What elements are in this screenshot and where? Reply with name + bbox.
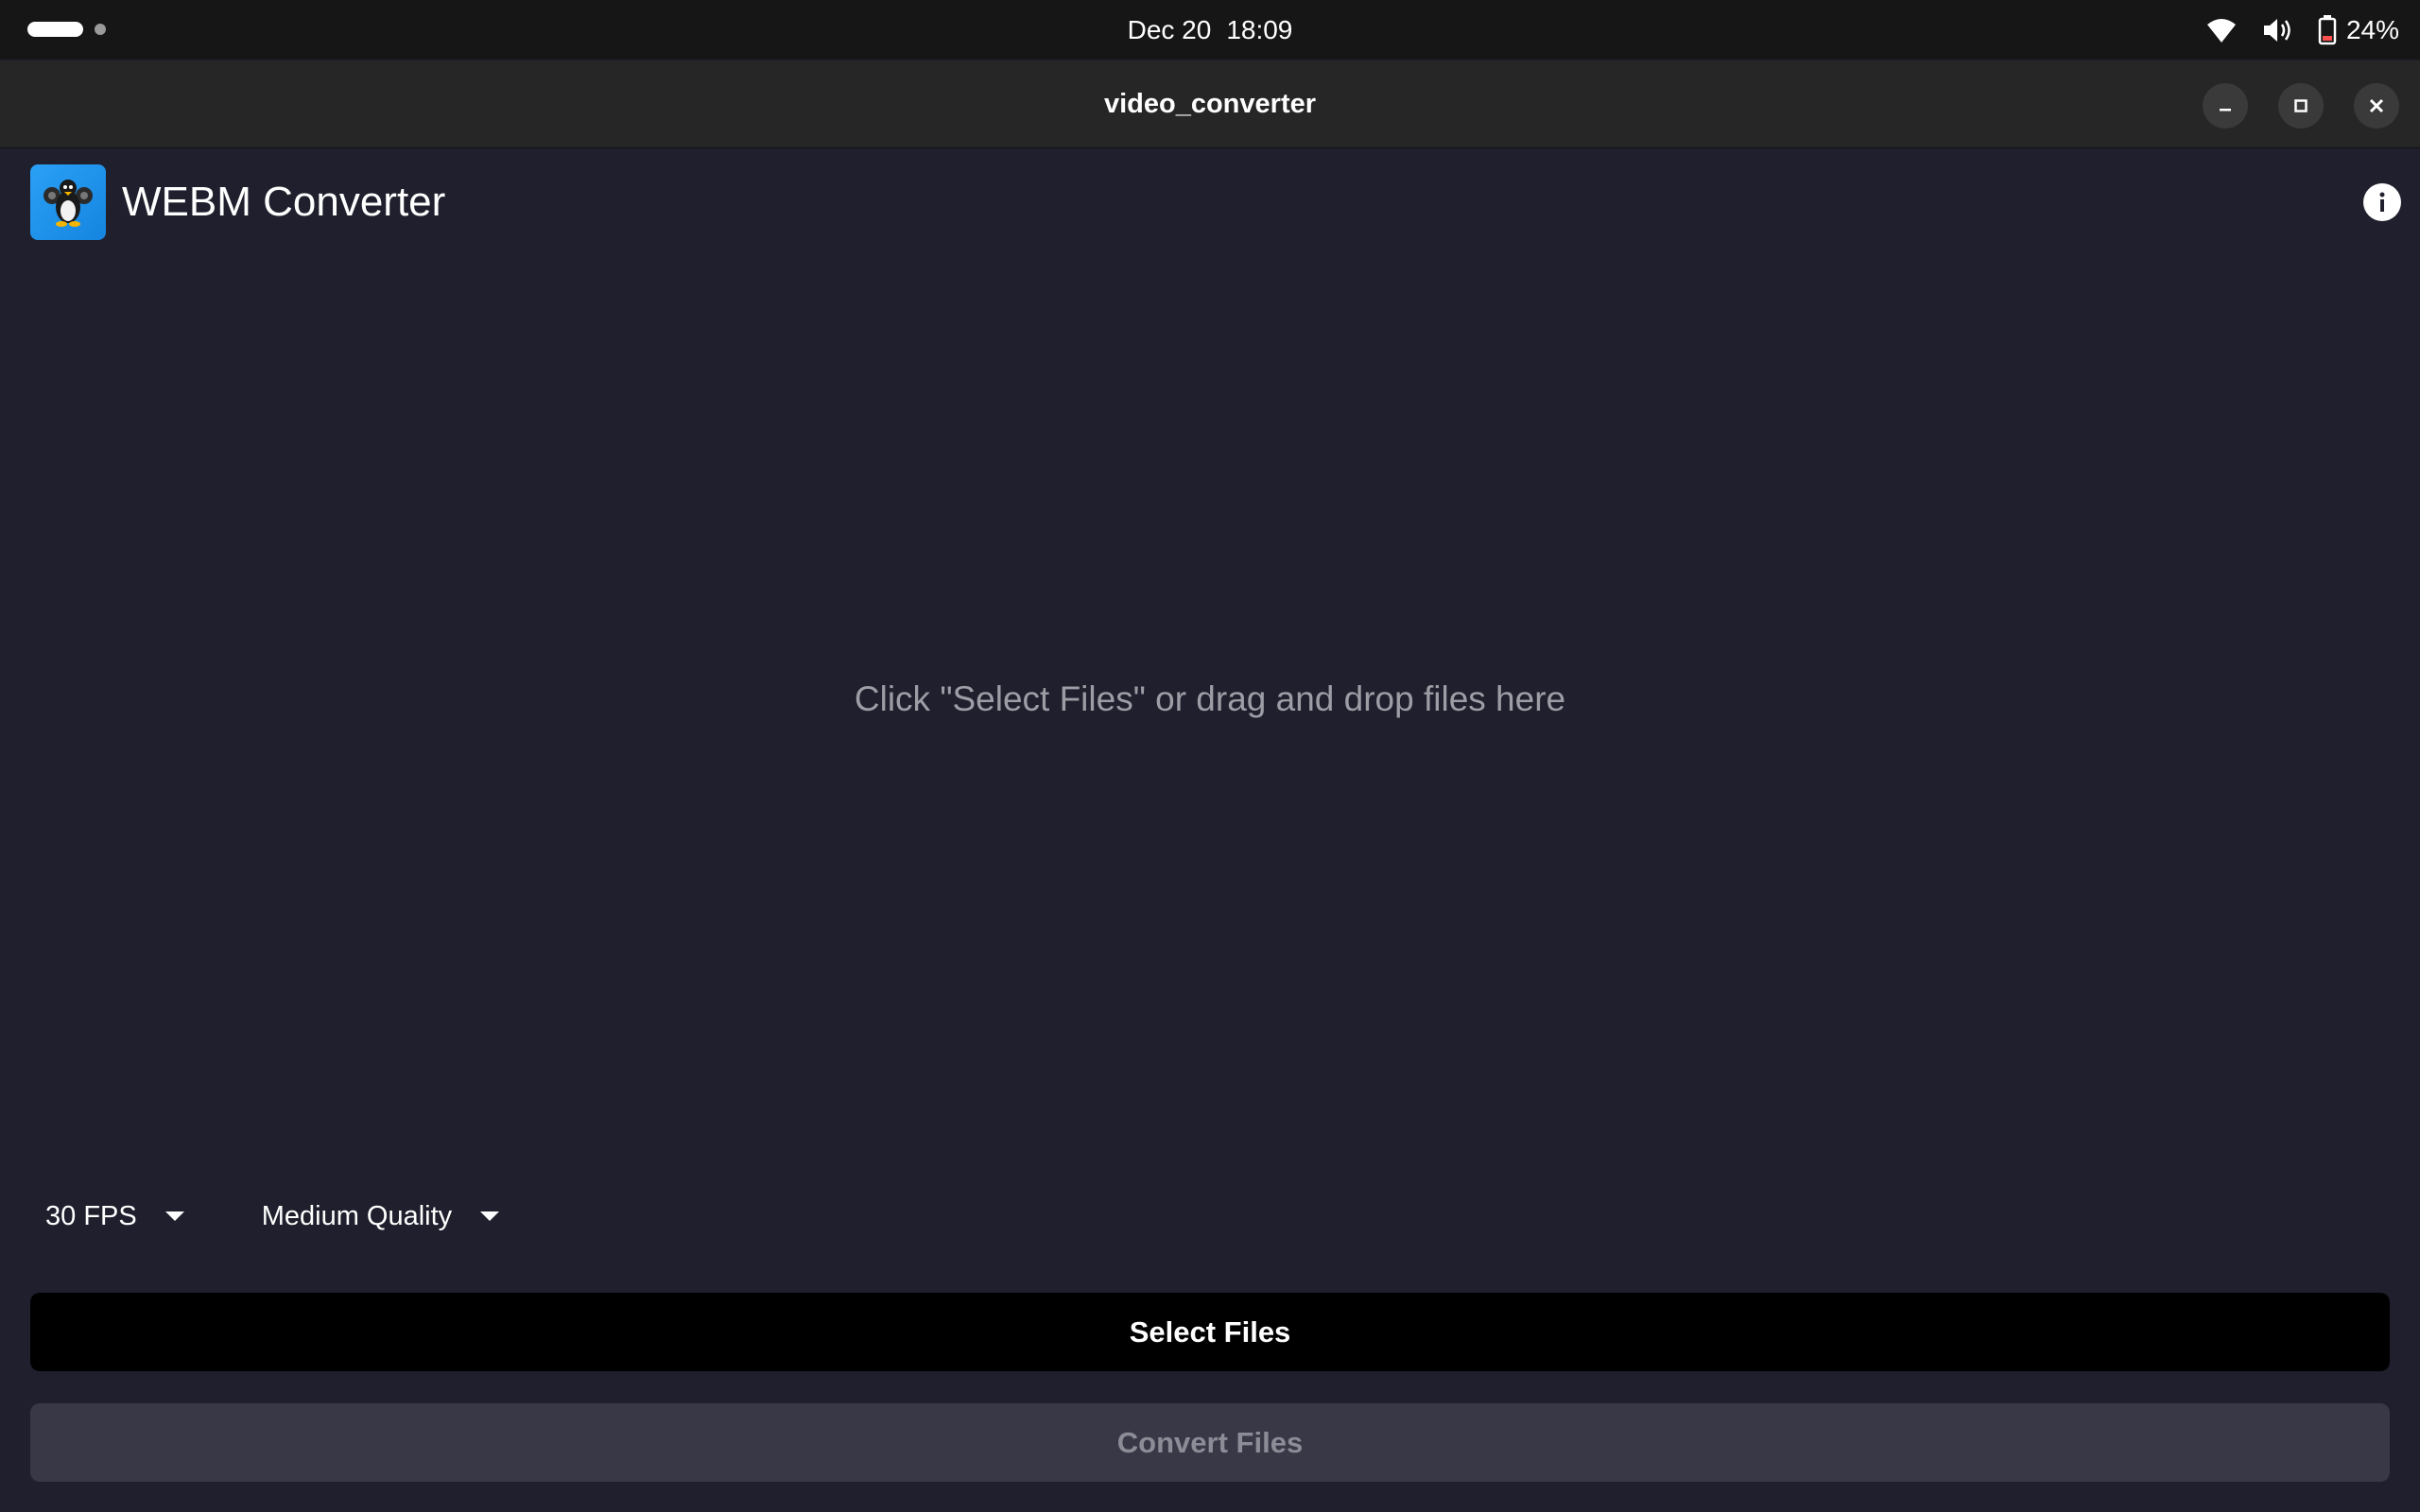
wifi-icon[interactable] [2203, 11, 2240, 49]
window-title-text: video_converter [1103, 89, 1317, 119]
fps-dropdown-value: 30 FPS [45, 1200, 137, 1231]
close-icon [2369, 98, 2384, 113]
maximize-icon [2294, 99, 2308, 112]
system-top-bar: Dec 20 18:09 24% [0, 0, 2420, 60]
system-tray[interactable]: 24% [2203, 0, 2399, 60]
tux-penguin-logo-icon [30, 164, 106, 240]
minimize-icon [2220, 109, 2231, 112]
battery-icon [2316, 11, 2339, 49]
fps-dropdown[interactable]: 30 FPS [45, 1201, 184, 1232]
info-button[interactable] [2363, 183, 2401, 221]
battery-indicator[interactable]: 24% [2316, 11, 2399, 49]
options-row: 30 FPS Medium Quality [45, 1193, 500, 1240]
window-title: video_converter [0, 60, 2420, 148]
maximize-button[interactable] [2278, 83, 2324, 129]
volume-icon[interactable] [2259, 11, 2297, 49]
chevron-down-icon [164, 1211, 184, 1221]
minimize-button[interactable] [2203, 83, 2248, 129]
clock-time[interactable]: 18:09 [1226, 15, 1292, 45]
close-button[interactable] [2354, 83, 2399, 129]
workspace-indicator[interactable] [27, 22, 106, 37]
window-controls [2203, 83, 2399, 129]
info-icon [2379, 192, 2385, 212]
app-header: WEBM Converter [30, 164, 445, 240]
drop-zone-hint: Click "Select Files" or drag and drop fi… [854, 679, 1566, 718]
file-drop-zone[interactable]: Click "Select Files" or drag and drop fi… [0, 255, 2420, 1143]
chevron-down-icon [480, 1211, 500, 1221]
convert-files-button[interactable]: Convert Files [30, 1403, 2390, 1482]
quality-dropdown-value: Medium Quality [261, 1200, 453, 1231]
window-header-bar[interactable]: video_converter [0, 60, 2420, 148]
workspace-dot[interactable] [95, 24, 106, 35]
clock: Dec 20 18:09 [0, 0, 2420, 60]
app-title: WEBM Converter [122, 179, 446, 225]
clock-date[interactable]: Dec 20 [1128, 15, 1212, 45]
workspace-active-pill[interactable] [27, 22, 83, 37]
select-files-button[interactable]: Select Files [30, 1293, 2390, 1371]
quality-dropdown[interactable]: Medium Quality [261, 1200, 500, 1232]
battery-percent: 24% [2345, 14, 2399, 44]
